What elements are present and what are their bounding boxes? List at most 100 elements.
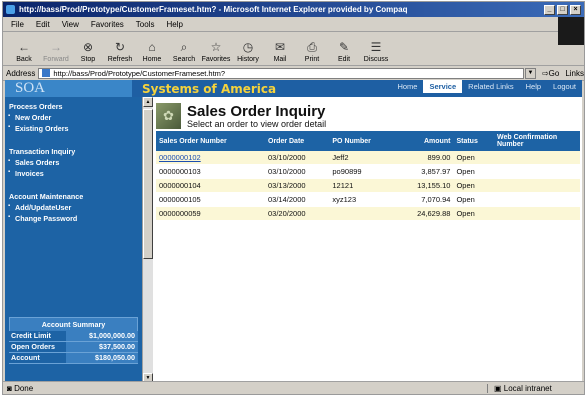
page-done-icon: ◙ [7, 383, 15, 393]
table-row[interactable]: 0000000103 03/10/2000 po90899 3,857.97 O… [156, 164, 580, 179]
search-button[interactable]: ⌕ Search [169, 40, 199, 65]
order-number-cell[interactable]: 0000000059 [156, 206, 265, 221]
stop-icon: ⊗ [82, 40, 94, 54]
status-text: ◙ Done [7, 383, 34, 393]
history-button[interactable]: ◷ History [233, 40, 263, 65]
sidebar-item-change-password[interactable]: Change Password [5, 214, 142, 223]
go-button[interactable]: ⇨Go [542, 69, 559, 78]
menu-edit[interactable]: Edit [36, 20, 50, 29]
sidebar: Process Orders New Order Existing Orders… [5, 97, 142, 383]
amount-cell: 899.00 [395, 151, 454, 165]
table-row[interactable]: 0000000104 03/13/2000 12121 13,155.10 Op… [156, 178, 580, 193]
address-input[interactable]: http://bass/Prod/Prototype/CustomerFrame… [38, 67, 524, 79]
nav-service[interactable]: Service [423, 80, 463, 93]
discuss-icon: ☰ [370, 40, 382, 54]
page-icon [42, 69, 51, 77]
order-date-cell: 03/14/2000 [265, 192, 330, 207]
print-button[interactable]: ⎙ Print [297, 40, 327, 65]
address-label: Address [6, 68, 36, 78]
scroll-up-arrow-icon[interactable]: ▲ [143, 97, 153, 107]
edit-icon: ✎ [338, 40, 350, 54]
amount-cell: 13,155.10 [395, 178, 454, 193]
sidebar-section-process-orders: Process Orders [9, 102, 63, 111]
stop-button[interactable]: ⊗ Stop [73, 40, 103, 65]
intranet-icon: ▣ [494, 383, 504, 393]
address-dropdown-button[interactable]: ▼ [524, 67, 536, 79]
order-link[interactable]: 0000000102 [159, 153, 201, 162]
status-bar: ◙ Done ▣ Local intranet [3, 381, 584, 394]
col-po-number: PO Number [329, 131, 396, 151]
search-icon: ⌕ [180, 39, 188, 54]
refresh-button[interactable]: ↻ Refresh [105, 40, 135, 65]
back-button[interactable]: ← Back [9, 40, 39, 65]
page-header-image-icon: ✿ [156, 103, 181, 129]
order-number-cell[interactable]: 0000000104 [156, 178, 265, 193]
po-number-cell: po90899 [329, 164, 396, 179]
sidebar-item-invoices[interactable]: Invoices [5, 169, 142, 178]
close-button[interactable]: × [570, 4, 581, 15]
mail-icon: ✉ [274, 40, 286, 54]
table-row[interactable]: 0000000059 03/20/2000 24,629.88 Open [156, 206, 580, 221]
po-number-cell [329, 206, 396, 221]
refresh-icon: ↻ [114, 40, 126, 54]
maximize-button[interactable]: □ [557, 4, 568, 15]
page-content: SOA Systems of America Home Service Rela… [5, 80, 582, 383]
sidebar-item-sales-orders[interactable]: Sales Orders [5, 158, 142, 167]
po-number-cell: Jeff2 [329, 151, 396, 165]
site-brand: Systems of America [142, 81, 277, 96]
menu-tools[interactable]: Tools [136, 20, 155, 29]
menu-view[interactable]: View [62, 20, 79, 29]
scroll-thumb[interactable] [143, 109, 153, 259]
address-url: http://bass/Prod/Prototype/CustomerFrame… [53, 68, 226, 78]
menu-favorites[interactable]: Favorites [91, 20, 124, 29]
order-date-cell: 03/10/2000 [265, 164, 330, 179]
links-button[interactable]: Links [565, 69, 584, 78]
table-row[interactable]: 0000000102 03/10/2000 Jeff2 899.00 Open [156, 151, 580, 165]
nav-home[interactable]: Home [391, 80, 423, 93]
web-confirmation-cell [494, 178, 580, 193]
mail-button[interactable]: ✉ Mail [265, 40, 295, 65]
page-header: ✿ Sales Order Inquiry Select an order to… [156, 103, 582, 129]
sidebar-item-existing-orders[interactable]: Existing Orders [5, 124, 142, 133]
order-number-cell[interactable]: 0000000103 [156, 164, 265, 179]
sidebar-item-new-order[interactable]: New Order [5, 113, 142, 122]
table-row[interactable]: 0000000105 03/14/2000 xyz123 7,070.94 Op… [156, 192, 580, 207]
minimize-button[interactable]: _ [544, 4, 555, 15]
status-cell: Open [453, 164, 494, 179]
col-web-confirmation-number: Web Confirmation Number [494, 131, 580, 151]
status-cell: Open [453, 151, 494, 165]
page-title: Sales Order Inquiry [187, 102, 326, 120]
nav-help[interactable]: Help [520, 80, 547, 93]
summary-row-open-orders: Open Orders $37,500.00 [9, 342, 138, 353]
summary-row-account: Account $180,050.00 [9, 353, 138, 364]
order-date-cell: 03/20/2000 [265, 206, 330, 221]
order-number-cell[interactable]: 0000000105 [156, 192, 265, 207]
home-button[interactable]: ⌂ Home [137, 40, 167, 65]
address-bar: Address http://bass/Prod/Prototype/Custo… [3, 66, 584, 81]
sidebar-item-add-update-user[interactable]: Add/UpdateUser [5, 203, 142, 212]
menu-file[interactable]: File [11, 20, 24, 29]
summary-row-credit-limit: Credit Limit $1,000,000.00 [9, 331, 138, 342]
col-order-date: Order Date [265, 131, 330, 151]
title-bar: http://bass/Prod/Prototype/CustomerFrame… [3, 2, 584, 17]
nav-logout[interactable]: Logout [547, 80, 582, 93]
window-title: http://bass/Prod/Prototype/CustomerFrame… [19, 5, 408, 14]
col-status: Status [453, 131, 494, 151]
edit-button[interactable]: ✎ Edit [329, 40, 359, 65]
order-number-cell[interactable]: 0000000102 [156, 151, 265, 165]
discuss-button[interactable]: ☰ Discuss [361, 40, 391, 65]
print-icon: ⎙ [307, 39, 317, 54]
col-amount: Amount [395, 131, 454, 151]
amount-cell: 3,857.97 [395, 164, 454, 179]
nav-related-links[interactable]: Related Links [462, 80, 519, 93]
forward-button[interactable]: → Forward [41, 40, 71, 65]
sidebar-scrollbar[interactable]: ▲ ▼ [142, 97, 153, 383]
favorites-button[interactable]: ☆ Favorites [201, 40, 231, 65]
main-panel: ✿ Sales Order Inquiry Select an order to… [156, 97, 582, 221]
favorites-icon: ☆ [210, 40, 222, 54]
status-cell: Open [453, 206, 494, 221]
po-number-cell: 12121 [329, 178, 396, 193]
menu-help[interactable]: Help [166, 20, 182, 29]
amount-cell: 7,070.94 [395, 192, 454, 207]
toolbar: ← Back → Forward ⊗ Stop ↻ Refresh ⌂ Home ⌕ Sea… [3, 32, 584, 66]
